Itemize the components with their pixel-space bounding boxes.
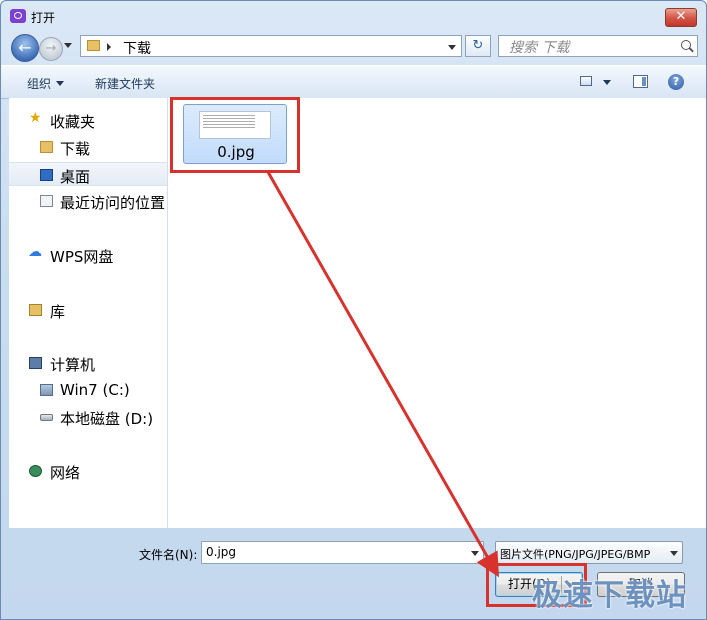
sidebar-item-label: 桌面 [60,168,91,186]
search-placeholder: 搜索 下载 [509,40,570,56]
filename-history-chevron-down-icon[interactable] [471,551,479,556]
address-dropdown-chevron-down-icon[interactable] [448,45,456,50]
sidebar-item-recent-places[interactable]: 最近访问的位置 [9,189,167,213]
sidebar-item-label: 网络 [50,464,81,482]
sidebar-item-label: 计算机 [50,356,96,374]
sidebar-item-network[interactable]: 网络 [9,459,167,483]
sidebar-item-label: 本地磁盘 (D:) [60,410,154,428]
organize-label: 组织 [27,77,52,91]
back-button[interactable]: ← [11,34,39,62]
library-icon [29,304,42,316]
help-icon[interactable]: ? [668,74,684,90]
address-path[interactable]: 下载 [123,38,151,58]
sidebar-item-label: WPS网盘 [50,248,114,266]
sidebar-item-label: Win7 (C:) [60,381,130,399]
drive-d-icon [40,414,53,421]
filename-label: 文件名(N): [139,548,198,562]
change-view-icon[interactable] [580,76,592,86]
sidebar-item-label: 下载 [60,140,91,158]
sidebar-item-libraries[interactable]: 库 [9,298,167,322]
window-title: 打开 [31,11,56,25]
cloud-icon: ☁ [28,244,42,260]
filename-value[interactable]: 0.jpg [206,545,236,559]
chevron-down-icon [670,551,678,556]
sidebar-item-downloads[interactable]: 下载 [9,135,167,159]
sidebar-item-label: 收藏夹 [50,113,96,131]
filename-field[interactable]: 0.jpg [201,541,484,564]
folder-icon [87,40,100,51]
breadcrumb-chevron-right-icon[interactable] [107,43,111,51]
address-bar[interactable]: 下载 [80,35,462,57]
sidebar-item-computer[interactable]: 计算机 [9,351,167,375]
sidebar-item-drive-d[interactable]: 本地磁盘 (D:) [9,405,167,429]
watermark-text: 极速下载站 [532,578,687,613]
open-file-dialog: 打开 ✕ ← → 下载 ↻ 搜索 下载 组织 新建文件夹 ? ★ 收藏夹 下载 … [0,0,707,620]
chevron-down-icon [56,81,65,86]
folder-icon [40,141,53,153]
search-input[interactable]: 搜索 下载 [498,35,698,57]
filetype-select[interactable]: 图片文件(PNG/JPG/JPEG/BMP [495,541,683,564]
sidebar-item-favorites[interactable]: ★ 收藏夹 [9,108,167,132]
app-eye-icon [10,9,26,23]
recent-pages-chevron-down-icon[interactable] [64,43,72,48]
preview-pane-icon[interactable] [633,75,648,88]
star-icon: ★ [29,110,42,126]
drive-c-icon [40,384,53,396]
sidebar-item-desktop[interactable]: 桌面 [9,162,167,186]
command-toolbar: 组织 新建文件夹 ? [1,65,706,99]
close-button[interactable]: ✕ [665,8,697,27]
sidebar-item-label: 最近访问的位置 [60,194,166,212]
sidebar-item-drive-c[interactable]: Win7 (C:) [9,378,167,402]
sidebar-item-label: 库 [50,303,66,321]
desktop-icon [40,169,53,181]
new-folder-button[interactable]: 新建文件夹 [95,75,155,92]
refresh-button[interactable]: ↻ [465,35,491,57]
recent-places-icon [40,195,53,207]
view-options-chevron-down-icon[interactable] [603,80,611,85]
title-bar: 打开 ✕ [1,1,706,31]
forward-button[interactable]: → [39,37,63,61]
network-icon [29,465,42,477]
organize-menu-button[interactable]: 组织 [27,75,65,92]
sidebar-item-wps-cloud[interactable]: ☁ WPS网盘 [9,243,167,267]
filetype-value: 图片文件(PNG/JPG/JPEG/BMP [500,548,651,561]
computer-icon [29,357,42,369]
search-icon[interactable] [681,40,691,50]
navigation-pane[interactable]: ★ 收藏夹 下载 桌面 最近访问的位置 ☁ WPS网盘 库 计算机 Win7 (… [9,98,168,528]
file-highlight-box [170,97,300,173]
navigation-bar: ← → 下载 ↻ 搜索 下载 [1,31,706,63]
